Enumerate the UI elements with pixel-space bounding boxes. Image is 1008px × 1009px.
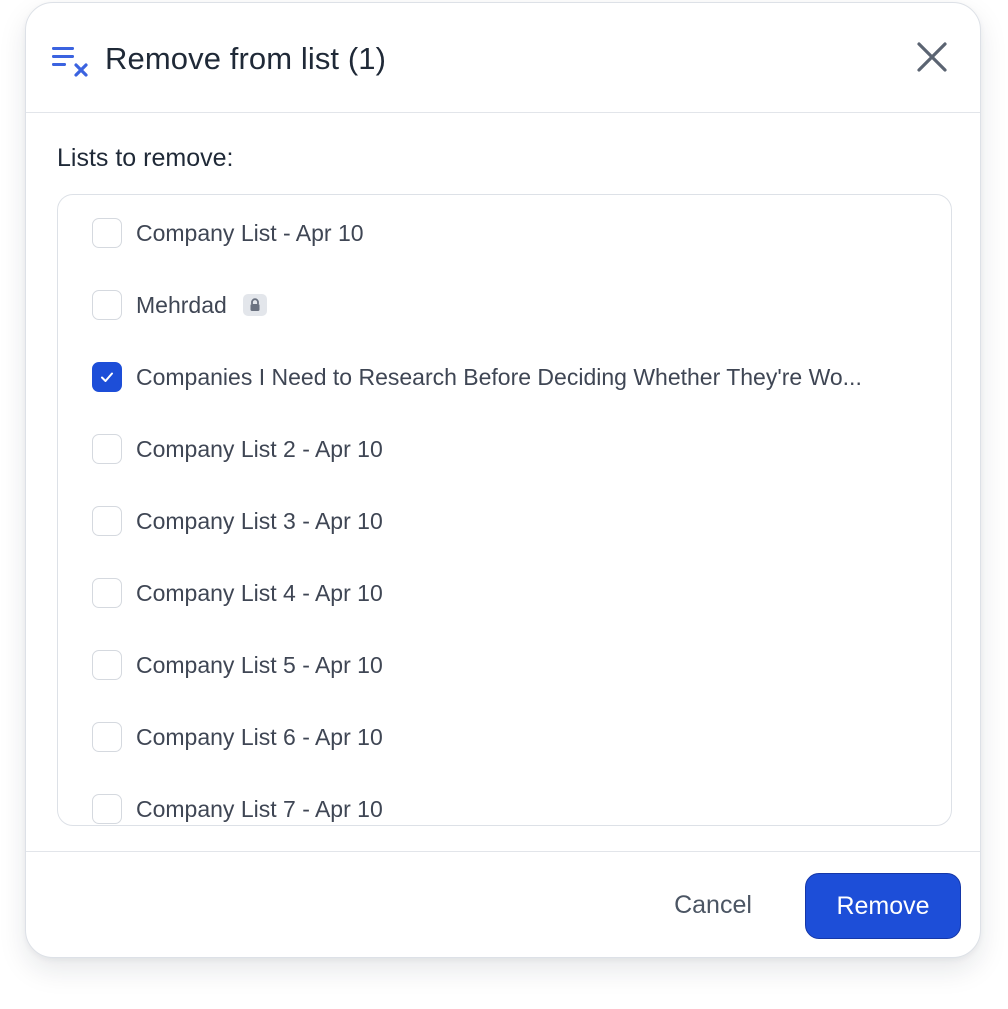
list-item-label: Company List 5 - Apr 10 xyxy=(136,652,383,678)
list-item[interactable]: Company List - Apr 10 xyxy=(92,213,932,253)
remove-button[interactable]: Remove xyxy=(805,873,961,939)
list-item-label: Company List 2 - Apr 10 xyxy=(136,436,383,462)
lists-to-remove-label: Lists to remove: xyxy=(57,144,234,172)
lock-icon xyxy=(242,294,267,316)
list-item[interactable]: Company List 5 - Apr 10 xyxy=(92,645,932,685)
list-checkbox[interactable] xyxy=(92,506,122,536)
list-item-label: Company List 4 - Apr 10 xyxy=(136,580,383,606)
list-checkbox[interactable] xyxy=(92,722,122,752)
list-item[interactable]: Company List 7 - Apr 10 xyxy=(92,789,932,825)
list-item-label: Mehrdad xyxy=(136,292,227,318)
list-checkbox[interactable] xyxy=(92,290,122,320)
close-button[interactable] xyxy=(912,39,952,79)
list-item[interactable]: Companies I Need to Research Before Deci… xyxy=(92,357,932,397)
list-checkbox[interactable] xyxy=(92,218,122,248)
list-item[interactable]: Mehrdad xyxy=(92,285,932,325)
list-item[interactable]: Company List 6 - Apr 10 xyxy=(92,717,932,757)
list-item[interactable]: Company List 3 - Apr 10 xyxy=(92,501,932,541)
list-checkbox[interactable] xyxy=(92,362,122,392)
remove-from-list-dialog: Remove from list (1) Lists to remove: Co… xyxy=(25,2,981,958)
list-checkbox[interactable] xyxy=(92,794,122,824)
lists-scroll-container[interactable]: Company List - Apr 10 Mehrdad Companies … xyxy=(57,194,952,826)
lists: Company List - Apr 10 Mehrdad Companies … xyxy=(58,195,951,825)
checkmark-icon xyxy=(101,372,113,382)
list-item-label: Company List 6 - Apr 10 xyxy=(136,724,383,750)
close-icon xyxy=(916,41,948,78)
dialog-title: Remove from list (1) xyxy=(105,41,387,76)
list-item[interactable]: Company List 2 - Apr 10 xyxy=(92,429,932,469)
list-item-label: Company List - Apr 10 xyxy=(136,220,364,246)
dialog-header: Remove from list (1) xyxy=(26,3,980,113)
dialog-footer: Cancel Remove xyxy=(26,851,980,957)
list-item[interactable]: Company List 4 - Apr 10 xyxy=(92,573,932,613)
list-item-label: Companies I Need to Research Before Deci… xyxy=(136,364,862,390)
list-checkbox[interactable] xyxy=(92,650,122,680)
list-item-label: Company List 3 - Apr 10 xyxy=(136,508,383,534)
playlist-remove-icon xyxy=(52,45,92,81)
list-checkbox[interactable] xyxy=(92,434,122,464)
cancel-button[interactable]: Cancel xyxy=(643,872,783,938)
list-checkbox[interactable] xyxy=(92,578,122,608)
list-item-label: Company List 7 - Apr 10 xyxy=(136,796,383,822)
